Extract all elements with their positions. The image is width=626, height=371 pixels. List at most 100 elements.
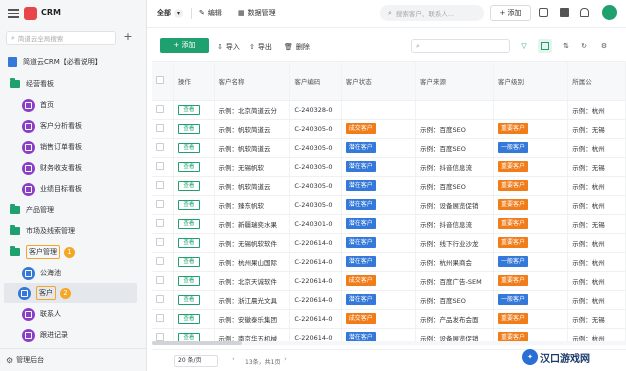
- view-button[interactable]: 查看: [177, 123, 200, 134]
- view-button[interactable]: 查看: [177, 237, 200, 248]
- export-button[interactable]: ⇧ 导出: [249, 42, 272, 52]
- table-row[interactable]: 查看 示例：无锡帆软 C-240305-0 潜在客户 示例：抖音信息流 重要客户 示例：无锡: [152, 157, 626, 177]
- clipboard-icon[interactable]: [539, 8, 548, 17]
- scrollbar-thumb[interactable]: [152, 341, 242, 345]
- data-manage-button[interactable]: ▦ 数据管理: [238, 8, 276, 18]
- row-select[interactable]: [152, 328, 174, 341]
- checkbox[interactable]: [156, 142, 164, 151]
- table-row[interactable]: 查看 示例：无锡帆软软件 C-220614-0 潜在客户 示例：线下行业沙龙 重要客户 示例…: [152, 233, 626, 253]
- table-row[interactable]: 查看 示例：帆软简道云 C-240305-0 潜在客户 示例：百度SEO 重要客户 示例：杭…: [152, 176, 626, 196]
- sidebar-search-input[interactable]: ⌕ 简道云全局搜索: [6, 31, 116, 45]
- view-button[interactable]: 查看: [177, 142, 200, 153]
- view-button[interactable]: 查看: [177, 180, 200, 191]
- header-select-all[interactable]: [152, 62, 174, 101]
- sidebar-group-dashboard[interactable]: 经营看板: [10, 75, 54, 93]
- row-select[interactable]: [152, 214, 174, 234]
- layout-icon[interactable]: [538, 39, 552, 53]
- import-button[interactable]: ⇩ 导入: [217, 42, 240, 52]
- sidebar-item-public-pool[interactable]: 公海池: [22, 264, 61, 282]
- row-select[interactable]: [152, 157, 174, 177]
- row-select[interactable]: [152, 290, 174, 310]
- sidebar-group-marketing[interactable]: 市场及线索管理: [10, 222, 75, 240]
- header-customer-status[interactable]: 客户状态: [341, 62, 416, 101]
- view-button[interactable]: 查看: [177, 332, 200, 341]
- bell-icon[interactable]: [580, 8, 589, 17]
- settings-icon[interactable]: ⚙: [598, 40, 610, 52]
- table-search-input[interactable]: ⌕: [411, 39, 510, 53]
- sidebar-group-customers[interactable]: 客户管理 1: [10, 243, 75, 261]
- table-row[interactable]: 查看 示例：帆软简道云 C-240305-0 成交客户 示例：百度SEO 重要客户 示例：无…: [152, 119, 626, 139]
- checkbox[interactable]: [156, 275, 164, 284]
- checkbox[interactable]: [156, 256, 164, 265]
- row-select[interactable]: [152, 176, 174, 196]
- avatar[interactable]: [602, 5, 617, 20]
- row-select[interactable]: [152, 233, 174, 253]
- row-select[interactable]: [152, 119, 174, 139]
- row-select[interactable]: [152, 195, 174, 215]
- top-add-button[interactable]: + 添加: [490, 5, 531, 21]
- sidebar-item-targets[interactable]: 业绩目标看板: [22, 180, 82, 198]
- puzzle-icon[interactable]: [560, 8, 569, 17]
- table-row[interactable]: 查看 示例：帆软简道云 C-240305-0 潜在客户 示例：百度SEO 一般客户 示例：杭…: [152, 138, 626, 158]
- table-row[interactable]: 查看 示例：南京华五机械 C-220614-0 潜在客户 示例：设备展览促销 重要客户 示例…: [152, 328, 626, 341]
- header-customer-source[interactable]: 客户来源: [415, 62, 494, 101]
- view-button[interactable]: 查看: [177, 199, 200, 210]
- checkbox[interactable]: [156, 313, 164, 322]
- table-row[interactable]: 查看 示例：北京天诚软件 C-220614-0 成交客户 示例：百度广告-SEM 重要客户…: [152, 271, 626, 291]
- table-row[interactable]: 查看 示例：浙江晨光文具 C-220614-0 潜在客户 示例：百度SEO 一般客户 示例：…: [152, 290, 626, 310]
- prev-page-button[interactable]: ‹: [232, 355, 235, 363]
- row-select[interactable]: [152, 309, 174, 329]
- sidebar-item-finance[interactable]: 财务收支看板: [22, 159, 82, 177]
- checkbox[interactable]: [156, 161, 164, 170]
- table-row[interactable]: 查看 示例：臻东帆软 C-240305-0 潜在客户 示例：设备展览促销 重要客户 示例：杭…: [152, 195, 626, 215]
- table-row[interactable]: 查看 示例：安徽泰乐集团 C-220614-0 成交客户 示例：产品发布会面 重要客户 示例…: [152, 309, 626, 329]
- row-select[interactable]: [152, 100, 174, 120]
- checkbox[interactable]: [156, 123, 164, 132]
- horizontal-scrollbar[interactable]: [152, 341, 626, 345]
- table-row[interactable]: 查看 示例：北京简道云分 C-240328-0 示例：杭州: [152, 100, 626, 120]
- sort-icon[interactable]: ⇅: [560, 40, 572, 52]
- sidebar-item-contacts[interactable]: 联系人: [22, 305, 61, 323]
- checkbox[interactable]: [156, 294, 164, 303]
- sidebar-item-customer-analysis[interactable]: 客户分析看板: [22, 117, 82, 135]
- checkbox[interactable]: [156, 75, 164, 84]
- sidebar-group-products[interactable]: 产品管理: [10, 201, 54, 219]
- view-button[interactable]: 查看: [177, 294, 200, 305]
- header-customer-code[interactable]: 客户编码: [289, 62, 342, 101]
- row-select[interactable]: [152, 271, 174, 291]
- checkbox[interactable]: [156, 199, 164, 208]
- table-row[interactable]: 查看 示例：新疆瑞奕水果 C-240301-0 潜在客户 示例：抖音信息流 重要客户 示例：…: [152, 214, 626, 234]
- view-button[interactable]: 查看: [177, 275, 200, 286]
- sidebar-item-root[interactable]: 简道云CRM【必看说明】: [8, 53, 138, 71]
- filter-icon[interactable]: ▽: [518, 40, 530, 52]
- view-button[interactable]: 查看: [177, 104, 200, 115]
- view-button[interactable]: 查看: [177, 256, 200, 267]
- view-button[interactable]: 查看: [177, 218, 200, 229]
- view-select[interactable]: 全部 ▾: [157, 8, 183, 18]
- sidebar-item-home[interactable]: 首页: [22, 96, 54, 114]
- checkbox[interactable]: [156, 104, 164, 113]
- admin-link[interactable]: ⚙ 管理后台: [6, 351, 44, 369]
- row-select[interactable]: [152, 138, 174, 158]
- header-region[interactable]: 所属公: [567, 62, 626, 101]
- view-button[interactable]: 查看: [177, 313, 200, 324]
- row-select[interactable]: [152, 252, 174, 272]
- view-button[interactable]: 查看: [177, 161, 200, 172]
- table-row[interactable]: 查看 示例：杭州果山国际 C-220614-0 潜在客户 示例：杭州果商会 一般客户 示例：…: [152, 252, 626, 272]
- menu-icon[interactable]: [8, 9, 19, 18]
- refresh-icon[interactable]: ↻: [578, 40, 590, 52]
- header-customer-name[interactable]: 客户名称: [214, 62, 291, 101]
- edit-button[interactable]: ✎ 编辑: [199, 8, 222, 18]
- sidebar-item-sales-orders[interactable]: 销售订单看板: [22, 138, 82, 156]
- sidebar-item-customer[interactable]: 客户 2: [18, 284, 71, 302]
- checkbox[interactable]: [156, 180, 164, 189]
- checkbox[interactable]: [156, 332, 164, 341]
- checkbox[interactable]: [156, 218, 164, 227]
- page-size-select[interactable]: 20 条/页: [174, 355, 218, 367]
- header-customer-level[interactable]: 客户级别: [493, 62, 569, 101]
- next-page-button[interactable]: ›: [284, 355, 287, 363]
- checkbox[interactable]: [156, 237, 164, 246]
- delete-button[interactable]: 🗑 删除: [284, 42, 310, 52]
- sidebar-add-icon[interactable]: +: [121, 30, 135, 44]
- top-search-input[interactable]: ⌕ 搜索客户、联系人...: [380, 5, 484, 21]
